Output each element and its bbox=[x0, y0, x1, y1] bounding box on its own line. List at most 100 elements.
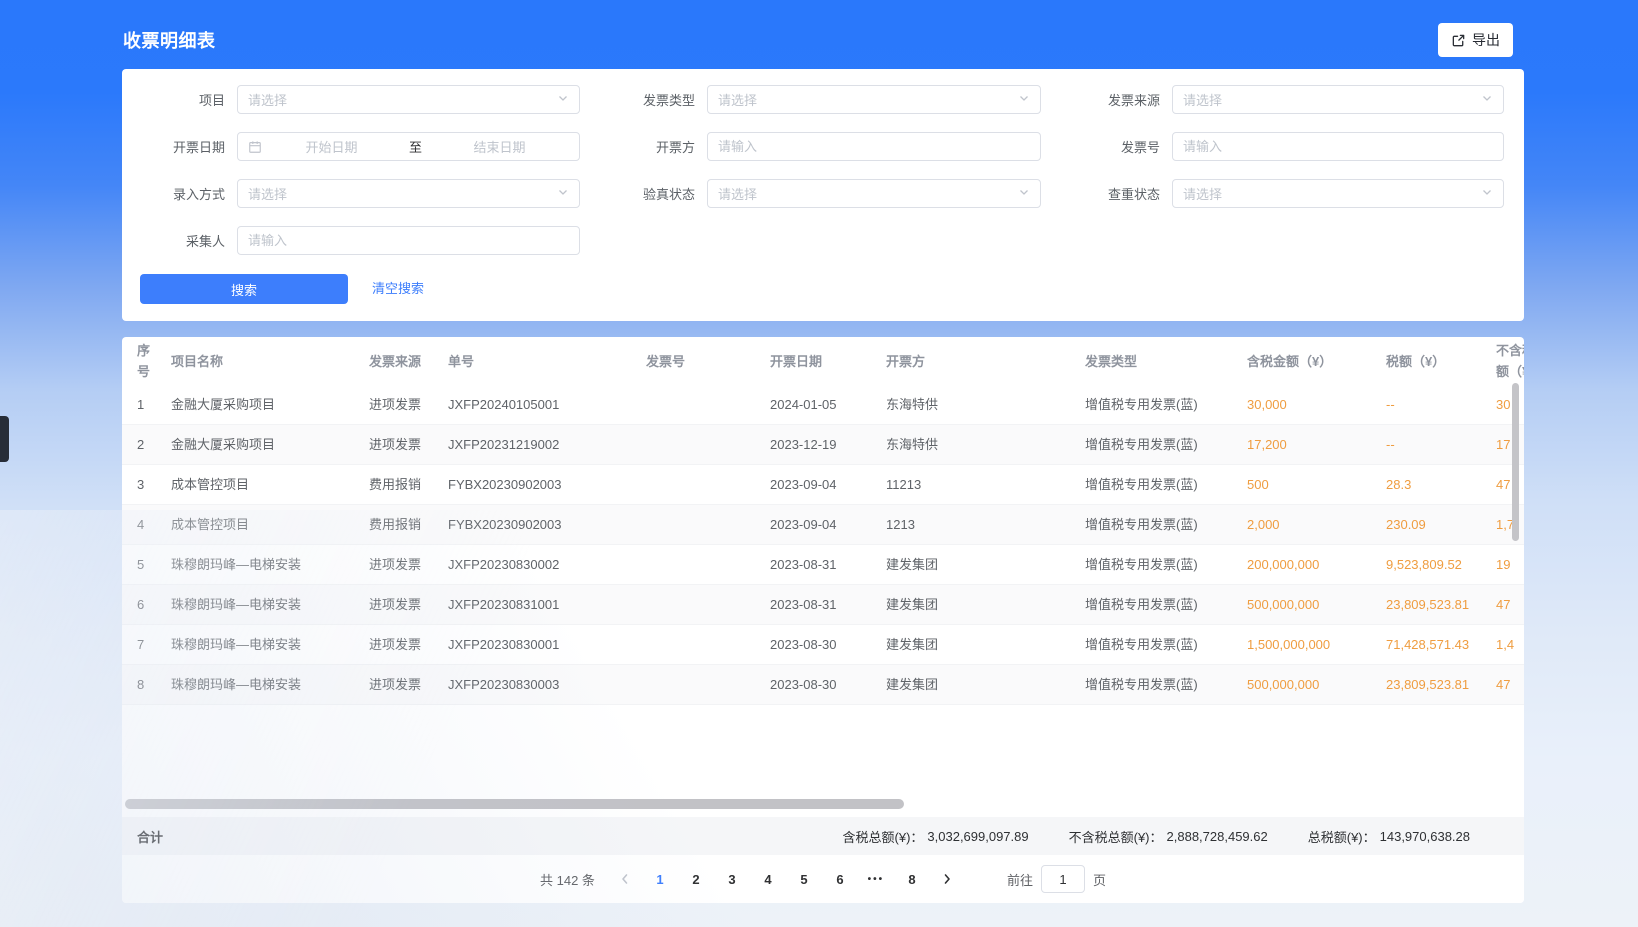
entry-method-select[interactable]: 请选择 bbox=[237, 179, 580, 208]
collector-input[interactable] bbox=[248, 233, 569, 248]
chevron-down-icon bbox=[1018, 92, 1030, 107]
cell-date: 2023-08-30 bbox=[770, 665, 886, 704]
cell-doc_no: JXFP20230831001 bbox=[448, 585, 646, 624]
cell-idx: 8 bbox=[122, 665, 171, 704]
cell-invoice_no bbox=[646, 436, 770, 454]
project-select[interactable]: 请选择 bbox=[237, 85, 580, 114]
cell-doc_no: JXFP20240105001 bbox=[448, 385, 646, 424]
cell-tax: -- bbox=[1386, 425, 1482, 464]
cell-party: 建发集团 bbox=[886, 585, 1085, 624]
invoice-table-panel: 序号项目名称发票来源单号发票号开票日期开票方发票类型含税金额（¥）税额（¥）不含… bbox=[122, 337, 1524, 903]
cell-party: 建发集团 bbox=[886, 665, 1085, 704]
cell-source: 进项发票 bbox=[369, 665, 448, 704]
cell-tax: 28.3 bbox=[1386, 465, 1482, 504]
cell-party: 东海特供 bbox=[886, 425, 1085, 464]
cell-amount_incl: 500,000,000 bbox=[1247, 585, 1386, 624]
invoice-type-select[interactable]: 请选择 bbox=[707, 85, 1041, 114]
column-header-idx: 序号 bbox=[122, 337, 171, 391]
invoicing-party-input[interactable] bbox=[718, 139, 1030, 154]
page-button-3[interactable]: 3 bbox=[717, 865, 747, 893]
goto-page-input[interactable] bbox=[1041, 865, 1085, 893]
page-button-1[interactable]: 1 bbox=[645, 865, 675, 893]
cell-type: 增值税专用发票(蓝) bbox=[1085, 625, 1247, 664]
chevron-right-icon bbox=[941, 873, 953, 885]
dup-check-status-select[interactable]: 请选择 bbox=[1172, 179, 1504, 208]
pagination-total: 共 142 条 bbox=[540, 870, 595, 889]
page-button-2[interactable]: 2 bbox=[681, 865, 711, 893]
cell-amount_excl: 19 bbox=[1482, 545, 1524, 584]
cell-idx: 4 bbox=[122, 505, 171, 544]
page-title: 收票明细表 bbox=[123, 27, 216, 53]
cell-source: 进项发票 bbox=[369, 585, 448, 624]
page-button-6[interactable]: 6 bbox=[825, 865, 855, 893]
cell-invoice_no bbox=[646, 516, 770, 534]
horizontal-scrollbar-thumb[interactable] bbox=[125, 799, 904, 809]
cell-amount_incl: 500 bbox=[1247, 465, 1386, 504]
side-drawer-handle[interactable] bbox=[0, 416, 9, 462]
invoice-source-label: 发票来源 bbox=[1042, 90, 1172, 109]
prev-page-button[interactable] bbox=[611, 865, 639, 893]
cell-amount_incl: 200,000,000 bbox=[1247, 545, 1386, 584]
cell-type: 增值税专用发票(蓝) bbox=[1085, 585, 1247, 624]
cell-type: 增值税专用发票(蓝) bbox=[1085, 505, 1247, 544]
column-header-tax: 税额（¥） bbox=[1386, 342, 1482, 381]
table-row: 2金融大厦采购项目进项发票JXFP202312190022023-12-19东海… bbox=[122, 425, 1524, 465]
cell-tax: 9,523,809.52 bbox=[1386, 545, 1482, 584]
table-row: 5珠穆朗玛峰—电梯安装进项发票JXFP202308300022023-08-31… bbox=[122, 545, 1524, 585]
cell-idx: 3 bbox=[122, 465, 171, 504]
page-button-4[interactable]: 4 bbox=[753, 865, 783, 893]
cell-amount_incl: 30,000 bbox=[1247, 385, 1386, 424]
cell-tax: 23,809,523.81 bbox=[1386, 585, 1482, 624]
verify-status-select[interactable]: 请选择 bbox=[707, 179, 1041, 208]
chevron-down-icon bbox=[557, 186, 569, 201]
invoice-source-select[interactable]: 请选择 bbox=[1172, 85, 1504, 114]
chevron-down-icon bbox=[1481, 92, 1493, 107]
cell-tax: -- bbox=[1386, 385, 1482, 424]
vertical-scrollbar-thumb[interactable] bbox=[1512, 383, 1519, 541]
table-row: 6珠穆朗玛峰—电梯安装进项发票JXFP202308310012023-08-31… bbox=[122, 585, 1524, 625]
column-header-date: 开票日期 bbox=[770, 342, 886, 381]
export-button[interactable]: 导出 bbox=[1438, 23, 1513, 57]
cell-date: 2023-09-04 bbox=[770, 505, 886, 544]
column-header-amount_incl: 含税金额（¥） bbox=[1247, 342, 1386, 381]
more-pages-button[interactable]: ••• bbox=[861, 865, 891, 893]
cell-date: 2023-08-30 bbox=[770, 625, 886, 664]
collector-label: 采集人 bbox=[134, 231, 237, 250]
search-button[interactable]: 搜索 bbox=[140, 274, 348, 304]
page-button-5[interactable]: 5 bbox=[789, 865, 819, 893]
cell-type: 增值税专用发票(蓝) bbox=[1085, 425, 1247, 464]
cell-type: 增值税专用发票(蓝) bbox=[1085, 465, 1247, 504]
table-row: 7珠穆朗玛峰—电梯安装进项发票JXFP202308300012023-08-30… bbox=[122, 625, 1524, 665]
cell-project: 金融大厦采购项目 bbox=[171, 425, 369, 464]
chevron-left-icon bbox=[619, 873, 631, 885]
cell-amount_incl: 2,000 bbox=[1247, 505, 1386, 544]
chevron-down-icon bbox=[557, 92, 569, 107]
invoice-date-range-picker[interactable]: 开始日期 至 结束日期 bbox=[237, 132, 580, 161]
cell-type: 增值税专用发票(蓝) bbox=[1085, 665, 1247, 704]
cell-project: 成本管控项目 bbox=[171, 505, 369, 544]
invoicing-party-input-wrap bbox=[707, 132, 1041, 161]
column-header-type: 发票类型 bbox=[1085, 342, 1247, 381]
cell-date: 2023-09-04 bbox=[770, 465, 886, 504]
cell-project: 珠穆朗玛峰—电梯安装 bbox=[171, 545, 369, 584]
page-button-8[interactable]: 8 bbox=[897, 865, 927, 893]
invoice-no-input[interactable] bbox=[1183, 139, 1493, 154]
cell-invoice_no bbox=[646, 676, 770, 694]
next-page-button[interactable] bbox=[933, 865, 961, 893]
cell-idx: 1 bbox=[122, 385, 171, 424]
clear-search-button[interactable]: 清空搜索 bbox=[372, 274, 424, 304]
table-row: 8珠穆朗玛峰—电梯安装进项发票JXFP202308300032023-08-30… bbox=[122, 665, 1524, 705]
cell-tax: 71,428,571.43 bbox=[1386, 625, 1482, 664]
invoice-date-label: 开票日期 bbox=[134, 137, 237, 156]
cell-amount_incl: 17,200 bbox=[1247, 425, 1386, 464]
invoice-no-label: 发票号 bbox=[1042, 137, 1172, 156]
search-panel: 项目 请选择 发票类型 请选择 发票来源 请选择 开票日期 bbox=[122, 69, 1524, 321]
cell-project: 珠穆朗玛峰—电梯安装 bbox=[171, 625, 369, 664]
cell-party: 11213 bbox=[886, 465, 1085, 504]
pagination: 共 142 条 123456•••8 前往 页 bbox=[122, 855, 1524, 903]
cell-doc_no: JXFP20230830002 bbox=[448, 545, 646, 584]
cell-amount_excl: 47 bbox=[1482, 665, 1524, 704]
cell-party: 东海特供 bbox=[886, 385, 1085, 424]
cell-party: 建发集团 bbox=[886, 625, 1085, 664]
cell-doc_no: FYBX20230902003 bbox=[448, 465, 646, 504]
